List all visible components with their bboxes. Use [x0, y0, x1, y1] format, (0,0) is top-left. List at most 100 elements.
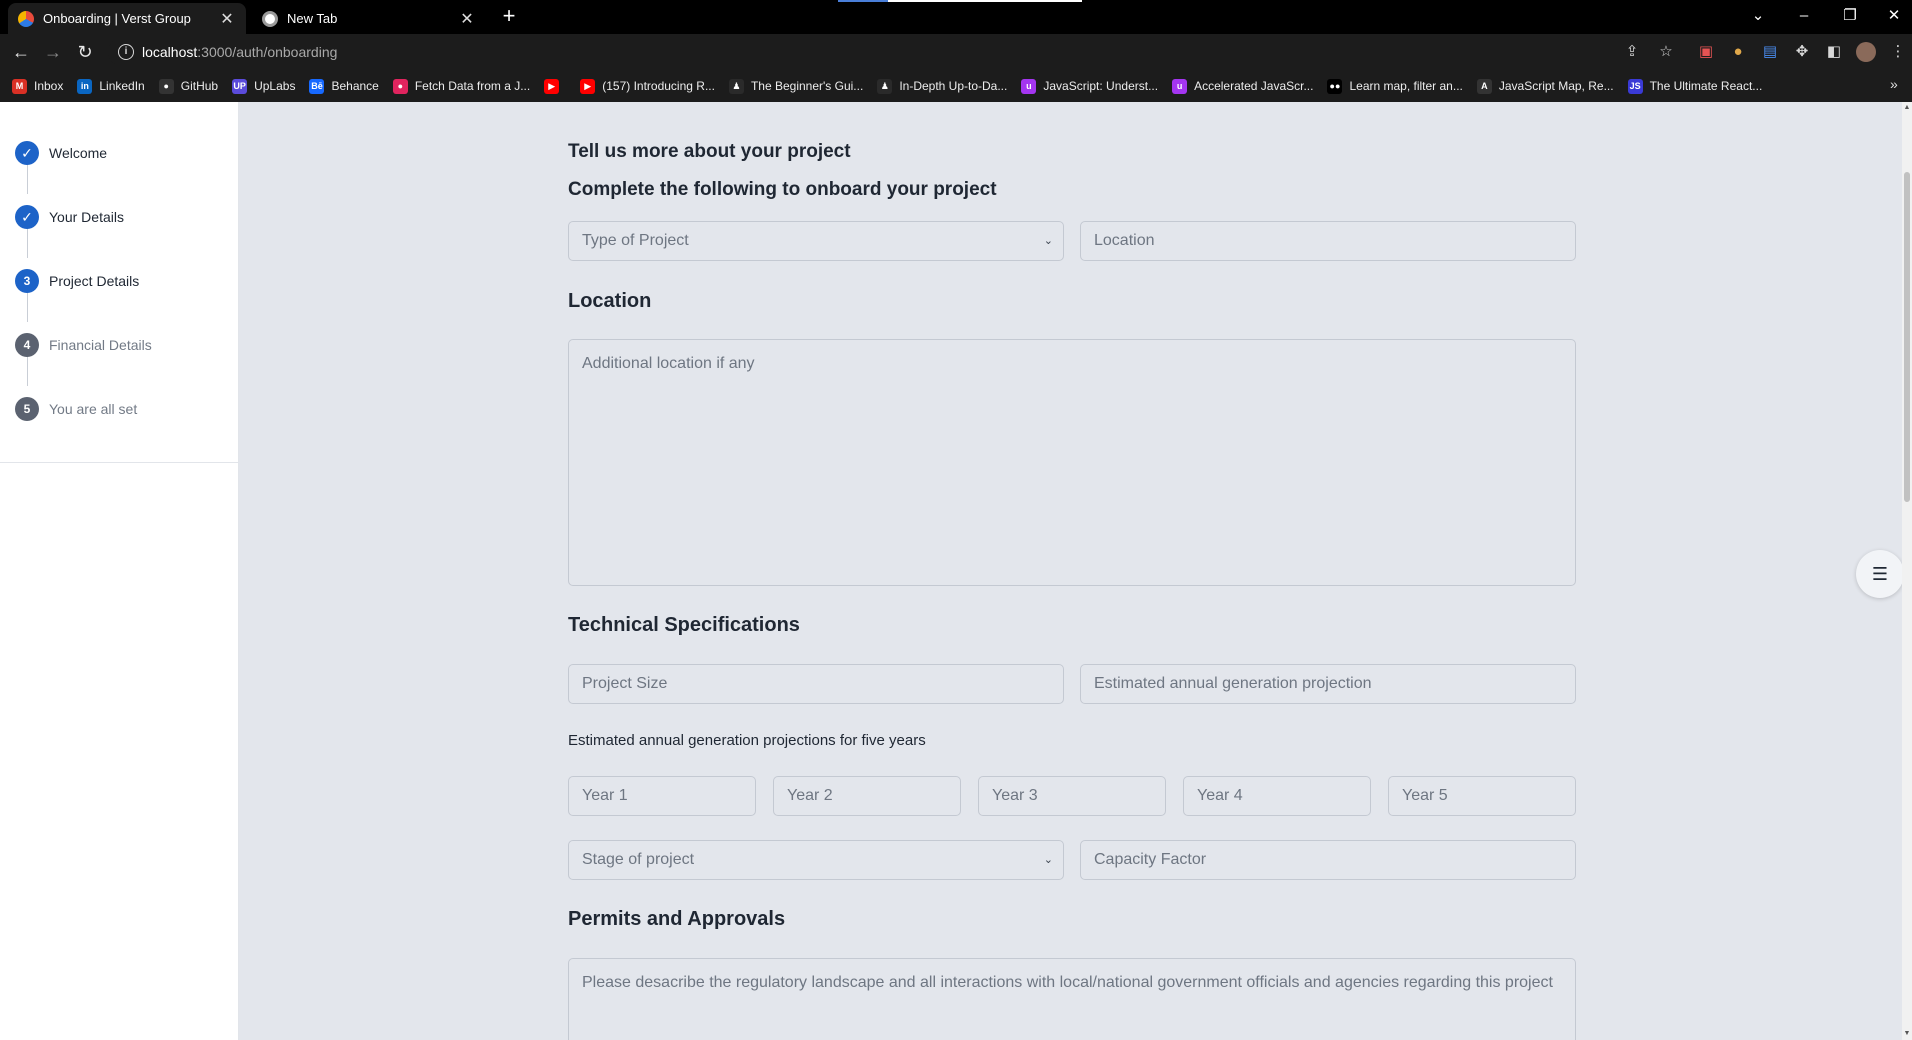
linkedin-icon: in — [77, 78, 93, 94]
project-size-input[interactable]: Project Size — [568, 664, 1064, 704]
step-connector — [27, 228, 28, 258]
youtube-icon: ▶ — [580, 78, 596, 94]
bookmark-label: In-Depth Up-to-Da... — [899, 79, 1008, 93]
close-tab-icon[interactable]: ✕ — [458, 9, 476, 29]
browser-menu-icon[interactable]: ⋮ — [1888, 42, 1908, 62]
medium-icon: ●● — [1327, 78, 1343, 94]
location-input[interactable]: Location — [1080, 221, 1576, 261]
step-connector — [27, 292, 28, 322]
tab-onboarding[interactable]: Onboarding | Verst Group ✕ — [8, 3, 246, 34]
scroll-thumb[interactable] — [1904, 172, 1910, 502]
bookmarks-bar: M Inbox in LinkedIn ● GitHub UP UpLabs Bē Behance… — [0, 70, 1912, 102]
step-your-details[interactable]: ✓ Your Details — [15, 205, 124, 229]
bookmark-item[interactable]: ● GitHub — [158, 78, 219, 94]
bookmark-item[interactable]: ▶ — [544, 78, 566, 94]
bookmark-item[interactable]: u JavaScript: Underst... — [1021, 78, 1159, 94]
close-window-button[interactable]: ✕ — [1876, 4, 1912, 28]
bookmark-item[interactable]: M Inbox — [12, 78, 64, 94]
bookmark-item[interactable]: UP UpLabs — [232, 78, 295, 94]
bookmark-item[interactable]: ● Fetch Data from a J... — [392, 78, 531, 94]
translate-extension-icon[interactable]: ▤ — [1760, 42, 1780, 62]
bookmark-label: The Ultimate React... — [1649, 79, 1763, 93]
extensions-puzzle-icon[interactable]: ✥ — [1792, 42, 1812, 62]
bookmarks-overflow-icon[interactable]: » — [1890, 76, 1904, 92]
tab-title: New Tab — [287, 11, 338, 26]
bookmark-label: GitHub — [180, 79, 219, 93]
page-scrollbar[interactable]: ▲ ▼ — [1902, 102, 1912, 1040]
side-panel-icon[interactable]: ◧ — [1824, 42, 1844, 62]
udemy-icon: u — [1021, 78, 1037, 94]
step-label: Financial Details — [49, 337, 152, 353]
address-bar[interactable]: i localhost:3000/auth/onboarding — [108, 38, 1708, 66]
browser-toolbar: ← → ↻ i localhost:3000/auth/onboarding ⇪… — [0, 34, 1912, 70]
chrome-icon — [262, 10, 278, 27]
tab-search-button[interactable]: ⌄ — [1738, 4, 1778, 28]
year-3-input[interactable]: Year 3 — [978, 776, 1166, 816]
step-welcome[interactable]: ✓ Welcome — [15, 141, 107, 165]
bookmark-item[interactable]: in LinkedIn — [77, 78, 145, 94]
bookmark-star-icon[interactable]: ☆ — [1656, 42, 1676, 62]
year-4-input[interactable]: Year 4 — [1183, 776, 1371, 816]
back-arrow-icon[interactable]: ← — [8, 40, 34, 64]
year-1-placeholder: Year 1 — [582, 787, 628, 804]
profile-avatar-icon[interactable] — [1856, 42, 1876, 62]
project-size-placeholder: Project Size — [582, 675, 668, 692]
capacity-factor-input[interactable]: Capacity Factor — [1080, 840, 1576, 880]
year-2-input[interactable]: Year 2 — [773, 776, 961, 816]
new-tab-button[interactable]: + — [496, 5, 522, 29]
restore-button[interactable]: ❐ — [1830, 4, 1870, 28]
udemy-icon: u — [1172, 78, 1188, 94]
five-year-projection-label: Estimated annual generation projections … — [568, 732, 926, 749]
tab-new-tab[interactable]: New Tab ✕ — [252, 3, 486, 34]
bookmark-label: Fetch Data from a J... — [414, 79, 531, 93]
cookie-extension-icon[interactable]: ● — [1728, 42, 1748, 62]
bookmark-item[interactable]: Bē Behance — [309, 78, 379, 94]
stage-of-project-select[interactable]: Stage of project ⌄ — [568, 840, 1064, 880]
pdf-extension-icon[interactable]: ▣ — [1696, 42, 1716, 62]
minimize-button[interactable]: – — [1784, 4, 1824, 28]
bookmark-label: JavaScript Map, Re... — [1498, 79, 1614, 93]
step-connector — [27, 164, 28, 194]
location-heading: Location — [568, 290, 652, 312]
bookmark-label: LinkedIn — [99, 79, 145, 93]
close-tab-icon[interactable]: ✕ — [218, 9, 236, 29]
year-5-placeholder: Year 5 — [1402, 787, 1448, 804]
annual-generation-input[interactable]: Estimated annual generation projection — [1080, 664, 1576, 704]
forward-arrow-icon[interactable]: → — [40, 40, 66, 64]
sliders-icon: ☰ — [1871, 563, 1889, 584]
form-title: Tell us more about your project — [568, 141, 851, 162]
permits-heading: Permits and Approvals — [568, 908, 786, 930]
project-type-select[interactable]: Type of Project ⌄ — [568, 221, 1064, 261]
year-1-input[interactable]: Year 1 — [568, 776, 756, 816]
step-all-set[interactable]: 5 You are all set — [15, 397, 137, 421]
chevron-down-icon: ⌄ — [1043, 235, 1053, 247]
bookmark-item[interactable]: ♟ The Beginner's Gui... — [728, 78, 863, 94]
pink-logo-icon: ● — [392, 78, 408, 94]
filter-settings-button[interactable]: ☰ — [1856, 550, 1904, 598]
reload-icon[interactable]: ↻ — [72, 40, 98, 64]
scroll-down-icon[interactable]: ▼ — [1903, 1030, 1911, 1038]
bookmark-item[interactable]: ●● Learn map, filter an... — [1327, 78, 1463, 94]
bookmark-label: JavaScript: Underst... — [1043, 79, 1159, 93]
year-5-input[interactable]: Year 5 — [1388, 776, 1576, 816]
bookmark-item[interactable]: ♟ In-Depth Up-to-Da... — [877, 78, 1008, 94]
bookmark-item[interactable]: ▶ (157) Introducing R... — [580, 78, 715, 94]
step-financial-details[interactable]: 4 Financial Details — [15, 333, 152, 357]
scroll-up-icon[interactable]: ▲ — [1903, 104, 1911, 112]
bookmark-label: Learn map, filter an... — [1349, 79, 1463, 93]
additional-location-textarea[interactable]: Additional location if any — [568, 339, 1576, 586]
bookmark-label: Accelerated JavaScr... — [1194, 79, 1314, 93]
onboarding-steps: ✓ Welcome ✓ Your Details 3 Project Detai… — [0, 102, 239, 463]
share-icon[interactable]: ⇪ — [1622, 42, 1642, 62]
bookmark-item[interactable]: JS The Ultimate React... — [1627, 78, 1763, 94]
bookmark-label: Inbox — [34, 79, 64, 93]
url-host: localhost — [142, 44, 198, 60]
tab-loading-indicator — [838, 0, 1082, 2]
bookmark-item[interactable]: u Accelerated JavaScr... — [1172, 78, 1314, 94]
bookmark-item[interactable]: A JavaScript Map, Re... — [1476, 78, 1614, 94]
permits-textarea[interactable]: Please desacribe the regulatory landscap… — [568, 958, 1576, 1040]
step-project-details[interactable]: 3 Project Details — [15, 269, 139, 293]
project-type-placeholder: Type of Project — [582, 232, 689, 249]
site-info-icon[interactable]: i — [118, 44, 134, 60]
step-label: Your Details — [49, 209, 124, 225]
